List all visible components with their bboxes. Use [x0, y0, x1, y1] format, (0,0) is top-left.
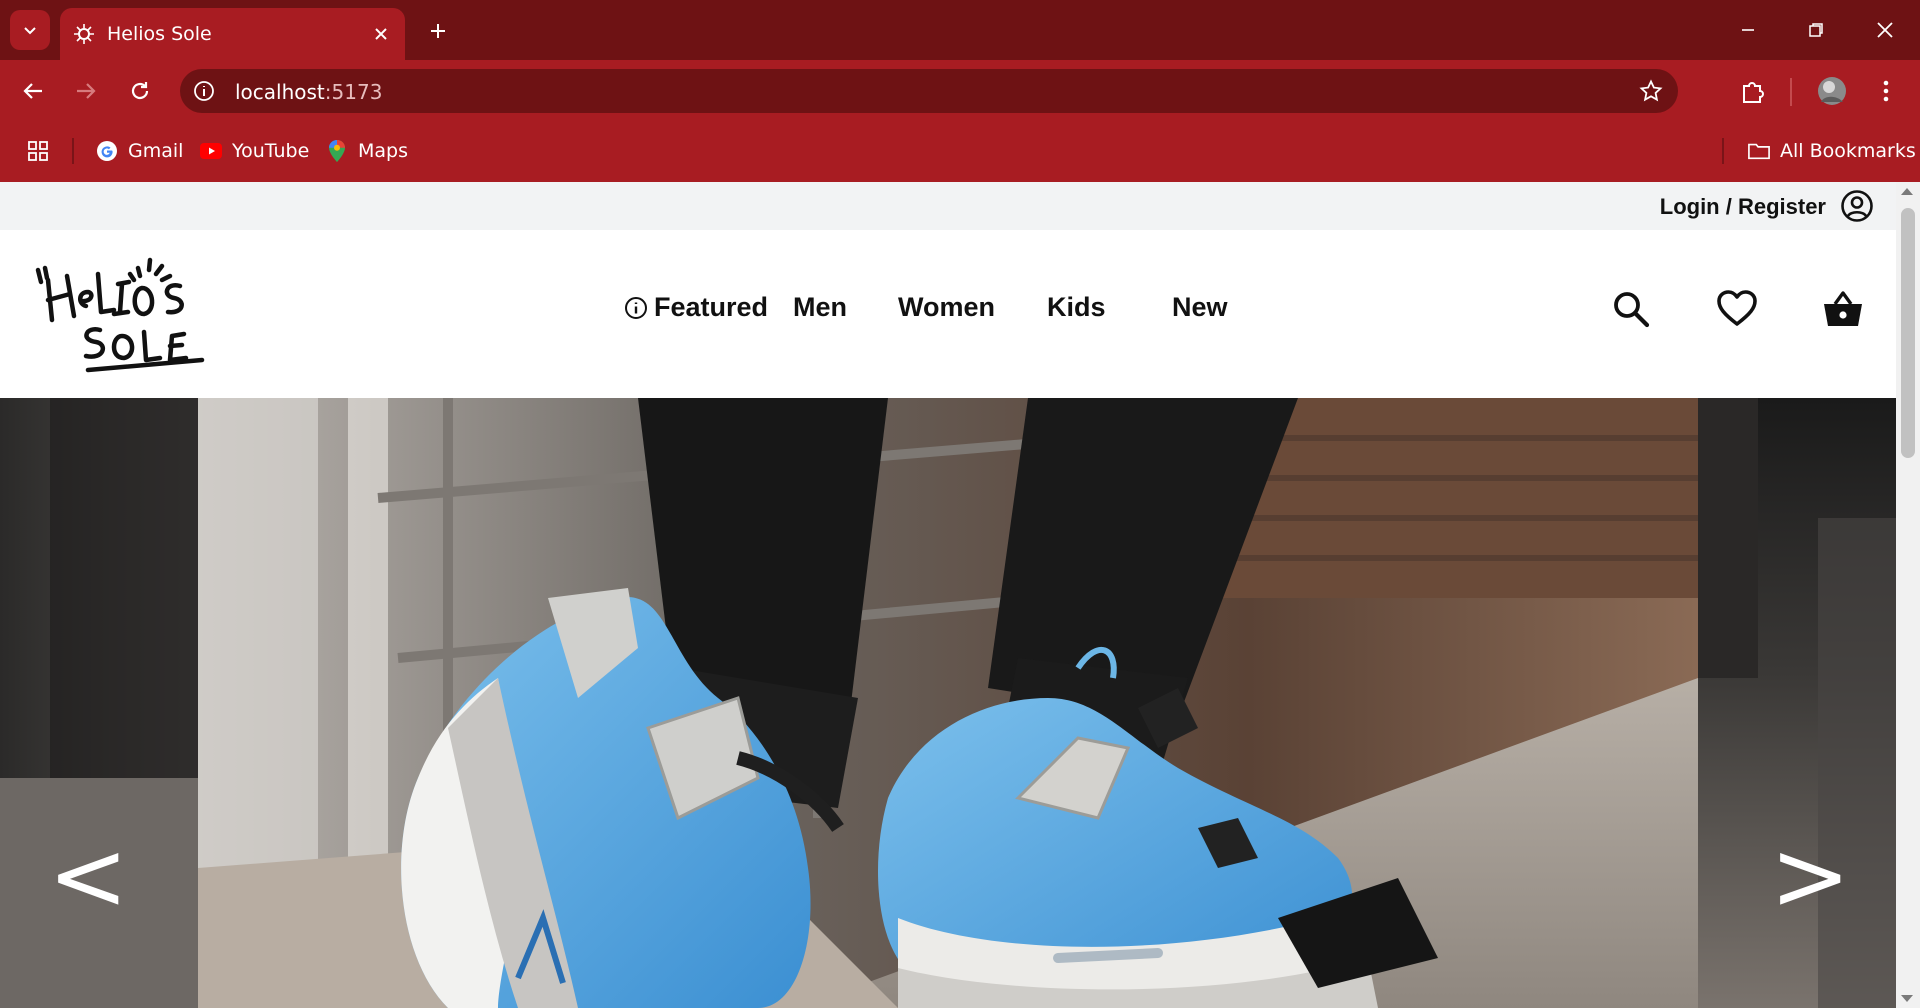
site-favicon-icon — [74, 24, 94, 44]
site-info-button[interactable] — [192, 79, 216, 103]
profile-button[interactable] — [1812, 71, 1852, 111]
maps-icon — [326, 140, 348, 162]
carousel-prev-button[interactable]: < — [48, 828, 128, 924]
nav-men[interactable]: Men — [793, 292, 847, 323]
bookmark-gmail[interactable]: Gmail — [96, 136, 183, 166]
plus-icon — [431, 24, 445, 38]
browser-tab-active[interactable]: Helios Sole — [60, 8, 405, 60]
back-button[interactable] — [13, 71, 53, 111]
bookmark-label: Gmail — [128, 140, 184, 162]
restore-icon — [1809, 23, 1823, 37]
gmail-icon — [96, 140, 118, 162]
bookmark-separator — [72, 138, 74, 164]
forward-button[interactable] — [66, 71, 106, 111]
avatar-icon — [1818, 77, 1846, 105]
url-text: localhost:5173 — [235, 80, 382, 104]
youtube-icon — [200, 140, 222, 162]
carousel-next-button[interactable]: > — [1770, 828, 1850, 924]
minimize-icon — [1742, 29, 1754, 31]
browser-menu-button[interactable] — [1866, 71, 1906, 111]
all-bookmarks-button[interactable]: All Bookmarks — [1748, 136, 1916, 166]
bookmark-youtube[interactable]: YouTube — [200, 136, 309, 166]
bookmark-maps[interactable]: Maps — [326, 136, 408, 166]
close-icon — [1877, 22, 1893, 38]
utility-bar: Login / Register — [0, 182, 1896, 230]
info-icon — [194, 81, 214, 101]
bookmark-label: Maps — [358, 140, 408, 162]
arrow-left-icon — [23, 83, 42, 99]
extensions-button[interactable] — [1733, 71, 1773, 111]
bookmarks-bar: Gmail YouTube Maps All Bookmarks — [0, 122, 1920, 183]
scroll-down-arrow[interactable] — [1901, 995, 1913, 1002]
tab-close-button[interactable] — [369, 22, 393, 46]
scroll-thumb[interactable] — [1901, 208, 1915, 458]
hero-image-sneakers — [198, 398, 1698, 1008]
bookmark-star-button[interactable] — [1638, 78, 1664, 104]
url-port: :5173 — [324, 80, 383, 104]
minimize-button[interactable] — [1728, 12, 1768, 48]
bookmark-label: YouTube — [232, 140, 310, 162]
star-icon — [1639, 79, 1663, 102]
nav-women[interactable]: Women — [898, 292, 995, 323]
user-circle-icon[interactable] — [1840, 189, 1874, 223]
nav-featured[interactable]: Featured — [624, 292, 768, 323]
restore-button[interactable] — [1796, 12, 1836, 48]
browser-toolbar: localhost:5173 — [0, 60, 1920, 122]
page-viewport: Login / Register Featured Men Women Kids… — [0, 182, 1896, 1008]
url-host: localhost — [235, 80, 325, 104]
apps-button[interactable] — [27, 136, 49, 166]
nav-label: Featured — [654, 292, 769, 322]
info-icon — [625, 296, 647, 319]
helios-sole-logo[interactable] — [34, 256, 208, 378]
hero-carousel: < > — [0, 398, 1896, 1008]
tab-title: Helios Sole — [107, 23, 212, 45]
scroll-up-arrow[interactable] — [1901, 188, 1913, 195]
close-icon — [375, 28, 387, 40]
more-vertical-icon — [1883, 80, 1889, 102]
heart-icon[interactable] — [1716, 288, 1758, 330]
search-icon[interactable] — [1610, 288, 1652, 330]
folder-icon — [1748, 140, 1770, 162]
toolbar-divider — [1790, 78, 1792, 106]
tab-search-button[interactable] — [10, 10, 50, 50]
basket-icon[interactable] — [1822, 288, 1864, 330]
new-tab-button[interactable] — [423, 16, 453, 46]
reload-icon — [131, 82, 149, 100]
reload-button[interactable] — [120, 71, 160, 111]
nav-kids[interactable]: Kids — [1047, 292, 1106, 323]
nav-new[interactable]: New — [1172, 292, 1228, 323]
apps-grid-icon — [28, 141, 48, 161]
chevron-down-icon — [24, 27, 36, 35]
address-bar[interactable]: localhost:5173 — [180, 69, 1678, 113]
browser-tabstrip: Helios Sole — [0, 0, 1920, 60]
puzzle-icon — [1743, 82, 1764, 103]
all-bookmarks-label: All Bookmarks — [1780, 140, 1916, 162]
bookmark-separator — [1722, 138, 1724, 164]
login-register-link[interactable]: Login / Register — [1660, 194, 1826, 220]
page-scrollbar[interactable] — [1896, 182, 1920, 1008]
site-header: Featured Men Women Kids New — [0, 230, 1896, 398]
arrow-right-icon — [77, 83, 96, 99]
close-window-button[interactable] — [1865, 12, 1905, 48]
